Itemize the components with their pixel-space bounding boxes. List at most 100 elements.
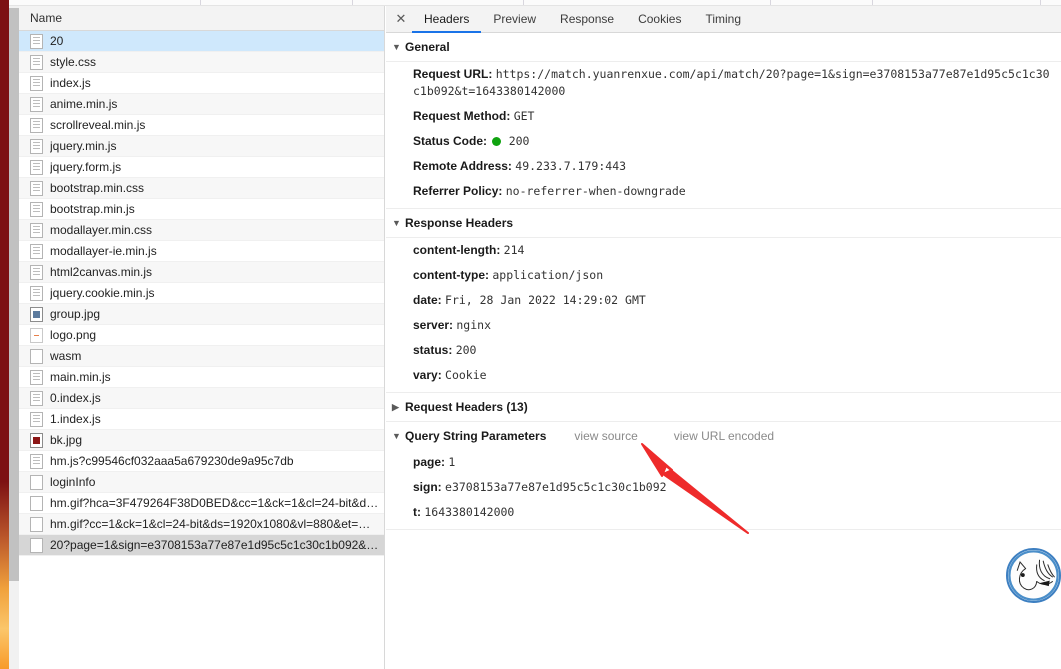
table-row[interactable]: jquery.form.js — [19, 157, 384, 178]
status-code-value: 200 — [508, 134, 530, 148]
section-request-headers-title: Request Headers (13) — [405, 400, 528, 414]
table-row[interactable]: html2canvas.min.js — [19, 262, 384, 283]
table-row[interactable]: bk.jpg — [19, 430, 384, 451]
query-param-item: sign: e3708153a77e87e1d95c5c1c30c1b092 — [386, 475, 1061, 500]
table-row[interactable]: hm.js?c99546cf032aaa5a679230de9a95c7db — [19, 451, 384, 472]
table-row[interactable]: modallayer-ie.min.js — [19, 241, 384, 262]
request-name: anime.min.js — [50, 97, 118, 111]
floating-avatar[interactable] — [1006, 548, 1061, 603]
response-header-value: Fri, 28 Jan 2022 14:29:02 GMT — [445, 293, 646, 307]
page-left-edge — [0, 0, 9, 669]
table-row[interactable]: wasm — [19, 346, 384, 367]
query-string-links: view source view URL encoded — [574, 429, 774, 443]
query-param-key: page: — [413, 455, 446, 469]
request-name: logo.png — [50, 328, 97, 342]
request-name: 20 — [50, 34, 64, 48]
detail-tabbar: ✕ Headers Preview Response Cookies Timing — [386, 6, 1061, 33]
plain-icon — [30, 495, 43, 511]
plain-icon — [30, 516, 43, 532]
section-query-string[interactable]: ▼ Query String Parameters view source vi… — [386, 422, 1061, 450]
remote-address-value: 49.233.7.179:443 — [515, 159, 627, 173]
table-row[interactable]: hm.gif?hca=3F479264F38D0BED&cc=1&ck=1&cl… — [19, 493, 384, 514]
table-row[interactable]: logo.png — [19, 325, 384, 346]
request-name: 0.index.js — [50, 391, 101, 405]
table-row[interactable]: scrollreveal.min.js — [19, 115, 384, 136]
document-icon — [30, 33, 43, 49]
tab-response[interactable]: Response — [548, 6, 626, 33]
tab-headers[interactable]: Headers — [412, 6, 482, 33]
table-row[interactable]: modallayer.min.css — [19, 220, 384, 241]
section-response-headers[interactable]: ▼ Response Headers — [386, 209, 1061, 238]
response-header-item: content-length: 214 — [386, 238, 1061, 263]
response-header-item: server: nginx — [386, 313, 1061, 338]
tab-preview[interactable]: Preview — [481, 6, 548, 33]
table-row[interactable]: loginInfo — [19, 472, 384, 493]
request-name: 1.index.js — [50, 412, 101, 426]
table-row[interactable]: 20?page=1&sign=e3708153a77e87e1d95c5c1c3… — [19, 535, 384, 556]
table-row[interactable]: hm.gif?cc=1&ck=1&cl=24-bit&ds=1920x1080&… — [19, 514, 384, 535]
network-request-list: Name 20 style.css index.js anime.min.js scro… — [19, 6, 385, 669]
tab-timing[interactable]: Timing — [693, 6, 753, 33]
request-name: bootstrap.min.js — [50, 202, 135, 216]
remote-address-key: Remote Address: — [413, 159, 512, 173]
request-url-value[interactable]: https://match.yuanrenxue.com/api/match/2… — [413, 67, 1050, 98]
request-name: 20?page=1&sign=e3708153a77e87e1d95c5c1c3… — [50, 538, 384, 552]
view-source-link[interactable]: view source — [574, 429, 637, 443]
response-header-item: content-type: application/json — [386, 263, 1061, 288]
section-request-headers[interactable]: ▶ Request Headers (13) — [386, 393, 1061, 422]
request-detail-pane: ✕ Headers Preview Response Cookies Timing ▼ … — [386, 6, 1061, 669]
query-param-key: sign: — [413, 480, 442, 494]
request-url-key: Request URL: — [413, 67, 493, 81]
query-param-item: page: 1 — [386, 450, 1061, 475]
status-ok-icon — [492, 137, 502, 146]
document-icon — [30, 138, 43, 154]
section-general-title: General — [405, 40, 450, 54]
request-name: jquery.min.js — [50, 139, 117, 153]
table-row[interactable]: index.js — [19, 73, 384, 94]
response-header-item: date: Fri, 28 Jan 2022 14:29:02 GMT — [386, 288, 1061, 313]
request-name: modallayer-ie.min.js — [50, 244, 157, 258]
vertical-scrollbar-thumb[interactable] — [9, 8, 19, 581]
document-icon — [30, 201, 43, 217]
view-url-encoded-link[interactable]: view URL encoded — [674, 429, 774, 443]
document-icon — [30, 411, 43, 427]
response-header-value: application/json — [492, 268, 604, 282]
response-header-key: date: — [413, 293, 442, 307]
request-name: hm.gif?cc=1&ck=1&cl=24-bit&ds=1920x1080&… — [50, 517, 371, 531]
request-name: hm.gif?hca=3F479264F38D0BED&cc=1&ck=1&cl… — [50, 496, 384, 510]
table-row[interactable]: group.jpg — [19, 304, 384, 325]
table-row[interactable]: 1.index.js — [19, 409, 384, 430]
table-row[interactable]: bootstrap.min.js — [19, 199, 384, 220]
kv-request-url: Request URL: https://match.yuanrenxue.co… — [386, 62, 1061, 104]
kv-referrer-policy: Referrer Policy: no-referrer-when-downgr… — [386, 179, 1061, 204]
close-icon[interactable]: ✕ — [390, 6, 412, 32]
response-header-key: status: — [413, 343, 453, 357]
response-header-key: vary: — [413, 368, 442, 382]
query-string-list: page: 1 sign: e3708153a77e87e1d95c5c1c30c… — [386, 450, 1061, 525]
kv-remote-address: Remote Address: 49.233.7.179:443 — [386, 154, 1061, 179]
referrer-policy-key: Referrer Policy: — [413, 184, 503, 198]
response-header-value: nginx — [456, 318, 491, 332]
document-icon — [30, 222, 43, 238]
list-column-header[interactable]: Name — [19, 6, 384, 31]
request-name: modallayer.min.css — [50, 223, 153, 237]
request-name: group.jpg — [50, 307, 101, 321]
section-general[interactable]: ▼ General — [386, 33, 1061, 62]
table-row[interactable]: main.min.js — [19, 367, 384, 388]
table-row[interactable]: 20 — [19, 31, 384, 52]
table-row[interactable]: bootstrap.min.css — [19, 178, 384, 199]
table-row[interactable]: style.css — [19, 52, 384, 73]
document-icon — [30, 96, 43, 112]
chevron-down-icon: ▼ — [392, 42, 401, 52]
table-row[interactable]: 0.index.js — [19, 388, 384, 409]
tab-cookies[interactable]: Cookies — [626, 6, 693, 33]
chevron-down-icon: ▼ — [392, 218, 401, 228]
request-name: style.css — [50, 55, 97, 69]
kv-status-code: Status Code: 200 — [386, 129, 1061, 154]
table-row[interactable]: jquery.cookie.min.js — [19, 283, 384, 304]
request-method-value: GET — [513, 109, 535, 123]
image-icon — [30, 306, 43, 322]
table-row[interactable]: anime.min.js — [19, 94, 384, 115]
column-header-name: Name — [30, 11, 63, 25]
table-row[interactable]: jquery.min.js — [19, 136, 384, 157]
